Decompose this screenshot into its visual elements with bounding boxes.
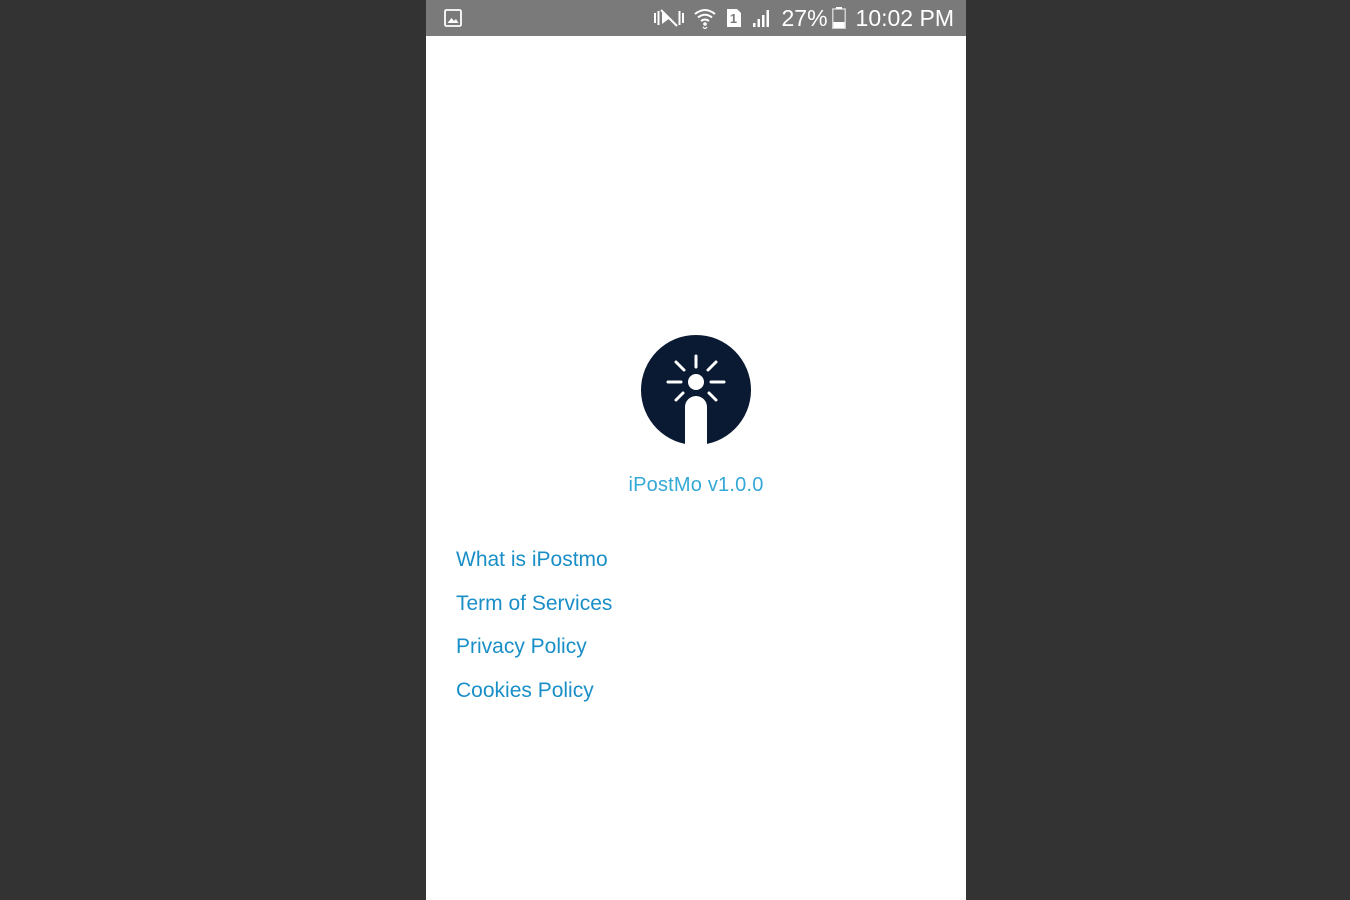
privacy-policy-link[interactable]: Privacy Policy [456, 631, 612, 675]
clock: 10:02 PM [855, 5, 954, 31]
info-links: What is iPostmo Term of Services Privacy… [456, 544, 612, 718]
mute-icon [653, 8, 684, 28]
terms-of-service-link[interactable]: Term of Services [456, 588, 612, 632]
gallery-icon [444, 9, 462, 27]
cookies-policy-link[interactable]: Cookies Policy [456, 675, 612, 719]
screenshot-stage: 1 27% 10:02 PM iPostMo v1.0.0 What is iP… [0, 0, 1350, 900]
phone-screen: 1 27% 10:02 PM iPostMo v1.0.0 What is iP… [426, 0, 966, 900]
sim-1-icon: 1 [726, 8, 742, 28]
status-icons: 1 27% 10:02 PM [653, 0, 954, 36]
about-screen: iPostMo v1.0.0 What is iPostmo Term of S… [426, 36, 966, 900]
app-version: iPostMo v1.0.0 [628, 474, 764, 496]
ipostmo-logo-icon [640, 334, 752, 448]
battery-icon [831, 7, 846, 29]
battery-indicator: 27% [782, 0, 846, 36]
what-is-ipostmo-link[interactable]: What is iPostmo [456, 544, 612, 588]
status-bar: 1 27% 10:02 PM [426, 0, 966, 36]
signal-icon [752, 8, 772, 28]
sim-slot-number: 1 [729, 11, 738, 26]
battery-percent: 27% [781, 5, 828, 31]
wifi-icon [693, 7, 716, 29]
